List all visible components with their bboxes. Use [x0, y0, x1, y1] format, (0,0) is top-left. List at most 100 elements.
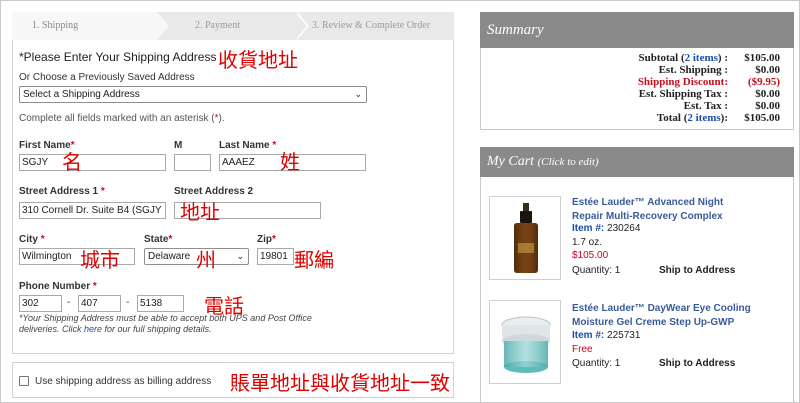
street1-label-text: Street Address 1: [19, 186, 99, 197]
ups-note-line2: deliveries. Click here for our full ship…: [19, 324, 212, 335]
product-quantity-1: Quantity: 1: [572, 265, 621, 276]
product-price-1: $105.00: [572, 250, 609, 261]
annotation-billing: 賬單地址與收貨地址一致: [230, 371, 450, 395]
city-label: City *: [19, 234, 45, 245]
last-name-label: Last Name *: [219, 140, 276, 151]
subtotal-label-end: ) :: [717, 52, 728, 64]
required-asterisk: *: [272, 140, 277, 151]
required-asterisk: *: [272, 234, 276, 245]
billing-same-checkbox[interactable]: [19, 376, 29, 386]
item-no-value: 225731: [607, 330, 641, 341]
product-title-2[interactable]: Estée Lauder™ DayWear Eye Cooling Moistur…: [572, 302, 751, 330]
shipping-heading: *Please Enter Your Shipping Address: [19, 50, 217, 64]
serum-bottle-image: [514, 203, 538, 273]
required-note-text: Complete all fields marked with an aster…: [19, 113, 215, 124]
eye-gel-jar-image: [501, 316, 551, 373]
middle-initial-input[interactable]: [174, 154, 211, 171]
cart-header[interactable]: My Cart (Click to edit): [480, 147, 794, 177]
saved-address-select[interactable]: Select a Shipping Address ⌄: [19, 86, 367, 103]
cart-title: My Cart: [487, 154, 535, 169]
saved-address-label: Or Choose a Previously Saved Address: [19, 72, 195, 83]
step-review[interactable]: 3. Review & Complete Order: [312, 12, 430, 40]
product-image-serum[interactable]: [489, 196, 561, 280]
shipping-tax-label: Est. Shipping Tax :: [638, 88, 728, 100]
annotation-first-name: 名: [62, 150, 82, 174]
summary-total-row: Total (2 items): $105.00: [657, 112, 780, 124]
product-item-no-1: Item #: 230264: [572, 223, 640, 234]
zip-input[interactable]: 19801: [257, 248, 294, 265]
summary-tax-row: Est. Tax : $0.00: [684, 100, 780, 112]
state-label: State*: [144, 234, 172, 245]
phone-label-text: Phone Number: [19, 281, 91, 292]
step-arrow: [157, 12, 169, 40]
shipping-details-link[interactable]: here: [84, 324, 102, 334]
step-divider-inner: [295, 12, 307, 40]
product-ship-method-1: Ship to Address: [659, 265, 736, 276]
summary-shipping-tax-row: Est. Shipping Tax : $0.00: [639, 88, 780, 100]
last-name-label-text: Last Name: [219, 140, 270, 151]
shipping-tax-value: $0.00: [755, 88, 780, 100]
cart-edit-hint: (Click to edit): [537, 156, 599, 168]
state-label-text: State: [144, 234, 169, 245]
subtotal-items-link[interactable]: 2 items: [685, 52, 718, 64]
tax-label: Est. Tax :: [683, 100, 728, 112]
total-items-link[interactable]: 2 items: [687, 112, 720, 124]
total-label: Total (: [656, 112, 688, 124]
city-label-text: City: [19, 234, 38, 245]
street1-input[interactable]: 310 Cornell Dr. Suite B4 (SGJY: [19, 202, 166, 219]
phone-label: Phone Number *: [19, 281, 97, 292]
item-no-label: Item #:: [572, 330, 605, 341]
annotation-last-name: 姓: [280, 150, 300, 174]
product-price-2: Free: [572, 344, 593, 355]
checkout-steps: 1. Shipping 2. Payment 3. Review & Compl…: [12, 12, 454, 40]
product-title-2-line1: Estée Lauder™ DayWear Eye Cooling: [572, 303, 751, 314]
shipping-value: $0.00: [755, 64, 780, 76]
street1-label: Street Address 1 *: [19, 186, 105, 197]
required-asterisk: *: [100, 186, 105, 197]
product-title-1[interactable]: Estée Lauder™ Advanced Night Repair Multi…: [572, 196, 723, 224]
annotation-zip: 郵編: [294, 248, 334, 272]
ups-note-text-end: for our full shipping details.: [102, 324, 212, 334]
annotation-state: 州: [196, 248, 216, 272]
billing-same-label[interactable]: Use shipping address as billing address: [35, 376, 211, 387]
phone-line-input[interactable]: 5138: [137, 295, 184, 312]
total-label-end: ):: [720, 112, 728, 124]
summary-discount-row: Shipping Discount: ($9.95): [638, 76, 780, 88]
product-title-1-line2: Repair Multi-Recovery Complex: [572, 211, 723, 222]
product-size-1: 1.7 oz.: [572, 237, 603, 248]
shipping-label: Est. Shipping :: [658, 64, 728, 76]
summary-title: Summary: [480, 12, 794, 48]
middle-initial-label: M: [174, 140, 183, 151]
zip-label-text: Zip: [257, 234, 272, 245]
product-ship-method-2: Ship to Address: [659, 358, 736, 369]
zip-label: Zip*: [257, 234, 276, 245]
required-note: Complete all fields marked with an aster…: [19, 113, 225, 124]
item-no-value: 230264: [607, 223, 641, 234]
required-asterisk: *: [40, 234, 45, 245]
product-title-1-line1: Estée Lauder™ Advanced Night: [572, 197, 724, 208]
step-payment[interactable]: 2. Payment: [195, 12, 240, 40]
first-name-input[interactable]: SGJY: [19, 154, 166, 171]
saved-address-select-value: Select a Shipping Address: [23, 89, 140, 100]
ups-note-line1: *Your Shipping Address must be able to a…: [19, 313, 312, 323]
state-select-value: Delaware: [148, 251, 191, 262]
phone-dash: -: [126, 297, 130, 308]
product-image-eye-gel[interactable]: [489, 300, 561, 384]
annotation-street: 地址: [180, 200, 220, 224]
subtotal-label: Subtotal (: [638, 52, 685, 64]
item-no-label: Item #:: [572, 223, 605, 234]
phone-prefix-input[interactable]: 407: [78, 295, 121, 312]
phone-dash: -: [67, 297, 71, 308]
chevron-down-icon: ⌄: [236, 251, 244, 261]
product-title-2-line2: Moisture Gel Creme Step Up-GWP: [572, 317, 735, 328]
step-shipping[interactable]: 1. Shipping: [12, 12, 157, 40]
required-asterisk: *: [92, 281, 97, 292]
tax-value: $0.00: [755, 100, 780, 112]
total-value: $105.00: [744, 112, 780, 124]
product-quantity-2: Quantity: 1: [572, 358, 621, 369]
phone-area-input[interactable]: 302: [19, 295, 62, 312]
chevron-down-icon: ⌄: [354, 89, 362, 99]
annotation-city: 城市: [80, 248, 120, 272]
discount-value: ($9.95): [747, 76, 780, 88]
discount-label: Shipping Discount:: [637, 76, 728, 88]
